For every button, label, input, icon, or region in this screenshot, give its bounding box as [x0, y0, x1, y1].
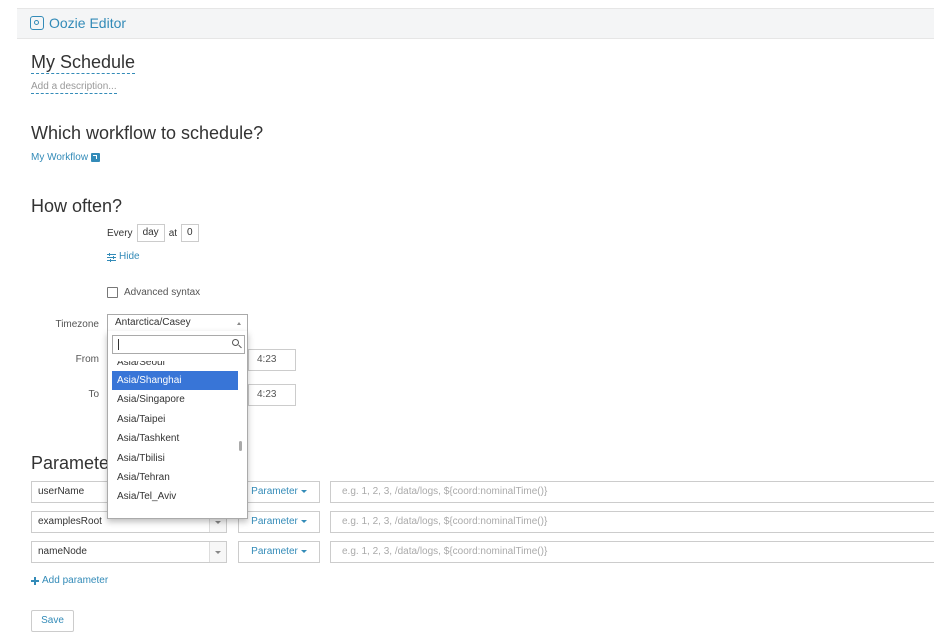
timezone-option[interactable]: Asia/Shanghai — [112, 371, 238, 391]
parameter-type-button[interactable]: Parameter — [238, 511, 320, 533]
caret-up-icon — [237, 322, 241, 325]
dropdown-scrollbar[interactable] — [239, 441, 242, 451]
parameter-value-input[interactable]: e.g. 1, 2, 3, /data/logs, ${coord:nomina… — [330, 511, 934, 533]
timezone-option[interactable]: Asia/Tbilisi — [112, 449, 238, 468]
add-parameter-link[interactable]: Add parameter — [31, 575, 108, 586]
external-link-icon[interactable] — [91, 153, 101, 162]
parameter-name-value: nameNode — [38, 546, 87, 557]
parameter-name-value: examplesRoot — [38, 516, 102, 527]
workflow-link-label: My Workflow — [31, 152, 89, 163]
schedule-name[interactable]: My Schedule — [31, 51, 136, 74]
timezone-option[interactable]: Asia/Taipei — [112, 410, 238, 429]
timezone-label: Timezone — [55, 319, 99, 330]
text-cursor — [118, 339, 119, 350]
to-label: To — [88, 389, 99, 400]
chevron-down-icon[interactable] — [209, 542, 226, 562]
hide-toggle[interactable]: Hide — [107, 251, 140, 262]
caret-down-icon — [300, 549, 307, 553]
workflow-link[interactable]: My Workflow — [31, 152, 101, 163]
app-header: Oozie Editor — [17, 8, 934, 39]
parameter-name-select[interactable]: nameNode — [31, 541, 227, 563]
parameter-type-button[interactable]: Parameter — [238, 481, 320, 503]
sliders-icon — [107, 252, 116, 262]
workflow-heading: Which workflow to schedule? — [31, 123, 264, 143]
timezone-select[interactable]: Antarctica/Casey — [107, 314, 248, 332]
parameter-type-label: Parameter — [251, 486, 298, 497]
timezone-search-input[interactable] — [112, 335, 245, 354]
timezone-option[interactable]: Asia/Singapore — [112, 390, 238, 409]
frequency-row: Every day at 0 — [107, 224, 203, 242]
from-label: From — [75, 354, 99, 365]
timezone-option[interactable]: Asia/Tashkent — [112, 429, 238, 448]
app-title[interactable]: Oozie Editor — [30, 15, 126, 31]
from-time-input[interactable]: 4:23 — [248, 349, 296, 371]
timezone-option[interactable]: Asia/Tehran — [112, 468, 238, 487]
plus-icon — [31, 576, 39, 585]
how-often-heading: How often? — [31, 196, 123, 216]
caret-down-icon — [300, 489, 307, 493]
at-label: at — [168, 227, 178, 239]
advanced-syntax-option[interactable]: Advanced syntax — [107, 287, 200, 298]
parameter-type-label: Parameter — [251, 516, 298, 527]
timezone-selected-value: Antarctica/Casey — [115, 317, 191, 328]
schedule-description[interactable]: Add a description... — [31, 81, 117, 94]
every-label: Every — [107, 227, 133, 239]
advanced-syntax-label: Advanced syntax — [124, 287, 201, 298]
timezone-dropdown: Asia/Seoul Asia/Shanghai Asia/Singapore … — [107, 331, 248, 519]
timezone-option[interactable]: Asia/Tel_Aviv — [112, 487, 238, 506]
parameter-name-value: userName — [38, 486, 85, 497]
caret-down-icon — [300, 519, 307, 523]
frequency-at-input[interactable]: 0 — [181, 224, 199, 242]
add-parameter-label: Add parameter — [42, 575, 109, 586]
app-title-text: Oozie Editor — [49, 15, 127, 31]
parameter-type-button[interactable]: Parameter — [238, 541, 320, 563]
advanced-syntax-checkbox[interactable] — [107, 287, 118, 298]
parameter-type-label: Parameter — [251, 546, 298, 557]
parameter-value-input[interactable]: e.g. 1, 2, 3, /data/logs, ${coord:nomina… — [330, 541, 934, 563]
hide-label: Hide — [119, 251, 140, 262]
frequency-unit-select[interactable]: day — [136, 224, 165, 242]
parameter-value-input[interactable]: e.g. 1, 2, 3, /data/logs, ${coord:nomina… — [330, 481, 934, 503]
timezone-options-list[interactable]: Asia/Seoul Asia/Shanghai Asia/Singapore … — [112, 361, 238, 507]
save-button[interactable]: Save — [31, 610, 74, 632]
oozie-circle-icon — [30, 16, 44, 30]
timezone-option[interactable]: Asia/Seoul — [112, 361, 238, 371]
to-time-input[interactable]: 4:23 — [248, 384, 296, 406]
search-icon — [232, 339, 239, 346]
